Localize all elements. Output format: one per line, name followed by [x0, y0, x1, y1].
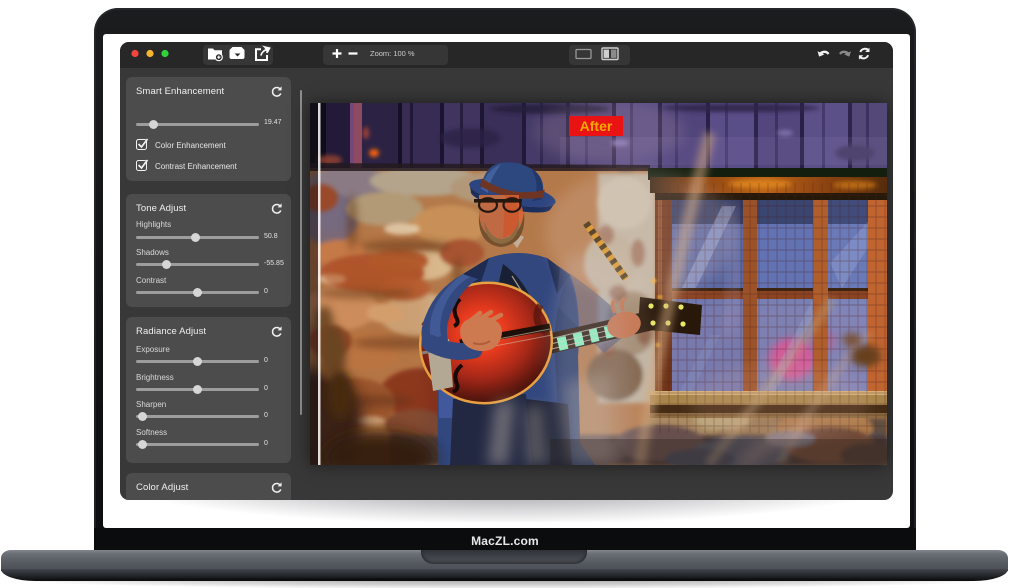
svg-text:Zoom: 100 %: Zoom: 100 %: [370, 49, 415, 58]
svg-text:After: After: [580, 118, 613, 134]
